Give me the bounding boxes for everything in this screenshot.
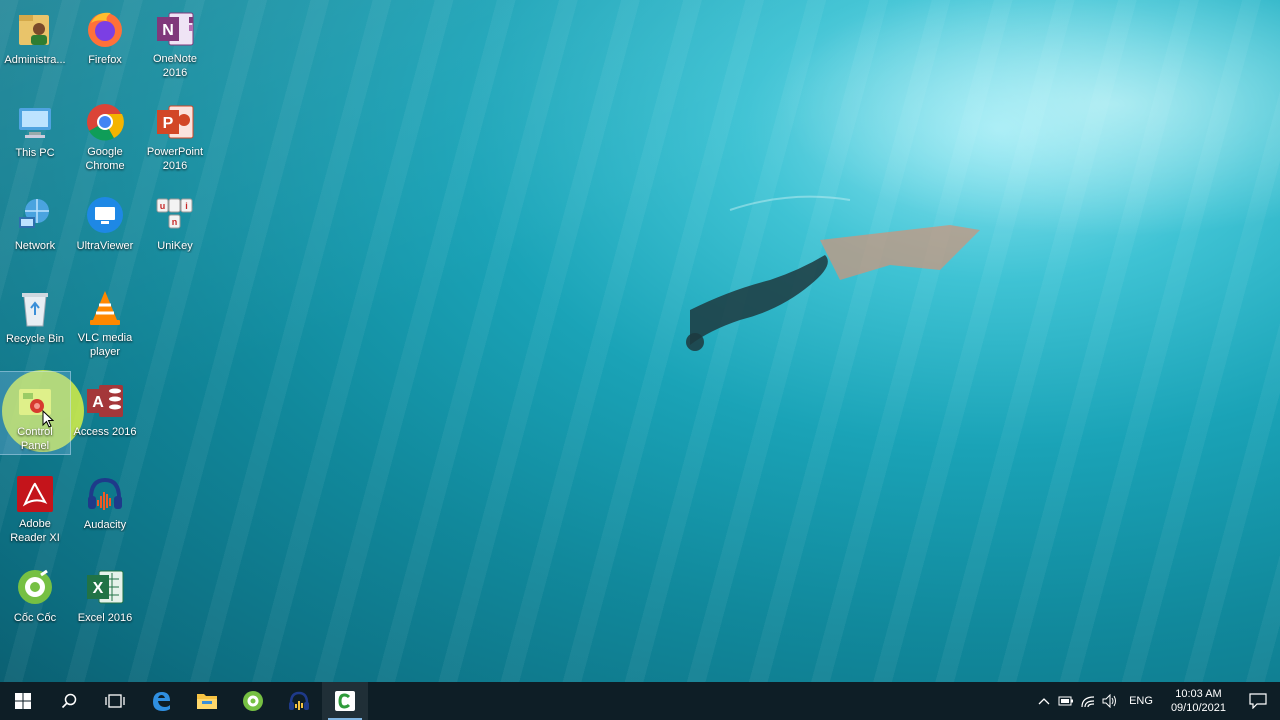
start-button[interactable]	[0, 682, 46, 720]
desktop-icon-vlc[interactable]: VLC media player	[70, 279, 140, 359]
icon-label: Cốc Cốc	[13, 612, 57, 624]
desktop-icon-control-panel[interactable]: Control Panel	[0, 371, 71, 455]
icon-label: UniKey	[157, 240, 193, 252]
desktop-icon-excel-2016[interactable]: X Excel 2016	[70, 558, 140, 638]
icon-label: Access 2016	[73, 426, 137, 438]
ultraviewer-icon	[84, 194, 126, 236]
icon-label: Recycle Bin	[5, 333, 65, 345]
icon-label: UltraViewer	[76, 240, 134, 252]
svg-text:X: X	[93, 580, 104, 597]
desktop-icon-this-pc[interactable]: This PC	[0, 93, 70, 173]
notification-icon	[1249, 693, 1267, 709]
volume-button[interactable]	[1099, 682, 1121, 720]
search-icon	[61, 693, 77, 709]
svg-text:n: n	[172, 217, 178, 227]
folder-icon	[197, 694, 217, 709]
coc-coc-icon	[14, 566, 56, 608]
wifi-button[interactable]	[1077, 682, 1099, 720]
taskbar-file-explorer[interactable]	[184, 682, 230, 720]
taskbar-coc-coc[interactable]	[230, 682, 276, 720]
desktop-icon-network[interactable]: Network	[0, 186, 70, 266]
icon-label: PowerPoint 2016	[146, 146, 204, 173]
icon-label: Firefox	[88, 54, 122, 66]
search-button[interactable]	[46, 682, 92, 720]
windows-logo-icon	[15, 693, 31, 709]
taskbar-camtasia[interactable]	[322, 682, 368, 720]
desktop-icon-access-2016[interactable]: A Access 2016	[70, 372, 140, 452]
chrome-icon	[84, 101, 126, 142]
clock-date: 09/10/2021	[1170, 702, 1226, 714]
action-center-button[interactable]	[1236, 682, 1280, 720]
desktop-icon-onenote-2016[interactable]: N OneNote 2016	[140, 0, 210, 80]
icon-label: Excel 2016	[77, 612, 133, 624]
desktop-icon-audacity[interactable]: Audacity	[70, 465, 140, 545]
icon-label: VLC media player	[77, 332, 133, 359]
svg-text:P: P	[163, 115, 174, 132]
input-language-indicator[interactable]: ENG	[1121, 695, 1161, 707]
icon-label: Audacity	[83, 519, 127, 531]
desktop-icon-administrator[interactable]: Administra...	[0, 0, 70, 80]
access-icon: A	[84, 380, 126, 422]
icon-label: Adobe Reader XI	[10, 518, 60, 545]
battery-button[interactable]	[1055, 682, 1077, 720]
taskbar-audacity[interactable]	[276, 682, 322, 720]
wifi-icon	[1081, 696, 1095, 708]
svg-text:u: u	[160, 201, 166, 211]
icon-label: Control Panel	[17, 426, 53, 452]
onenote-icon: N	[154, 8, 196, 49]
audacity-icon	[289, 691, 309, 710]
computer-icon	[14, 101, 56, 143]
desktop-icon-recycle-bin[interactable]: Recycle Bin	[0, 279, 70, 359]
user-folder-icon	[14, 8, 56, 50]
mouse-cursor-icon	[42, 410, 54, 428]
vlc-icon	[84, 287, 126, 328]
adobe-reader-icon	[14, 473, 56, 514]
network-icon	[14, 194, 56, 236]
icon-label: Google Chrome	[85, 146, 125, 173]
desktop-icon-unikey[interactable]: u in UniKey	[140, 186, 210, 266]
task-view-button[interactable]	[92, 682, 138, 720]
desktop-icon-powerpoint-2016[interactable]: P PowerPoint 2016	[140, 93, 210, 173]
taskbar-edge[interactable]	[138, 682, 184, 720]
speaker-icon	[1102, 694, 1117, 708]
taskbar: ENG 10:03 AM 09/10/2021	[0, 682, 1280, 720]
recycle-bin-icon	[14, 287, 56, 329]
desktop-icon-adobe-reader[interactable]: Adobe Reader XI	[0, 465, 70, 545]
wallpaper-diver	[686, 195, 980, 351]
svg-text:N: N	[162, 22, 174, 39]
battery-icon	[1058, 696, 1074, 706]
desktop-icon-ultraviewer[interactable]: UltraViewer	[70, 186, 140, 266]
svg-text:i: i	[185, 201, 188, 211]
icon-label: Administra...	[4, 54, 66, 66]
task-view-icon	[105, 694, 125, 708]
powerpoint-icon: P	[154, 101, 196, 142]
camtasia-icon	[335, 691, 355, 711]
edge-icon	[153, 692, 170, 711]
coc-coc-icon	[243, 691, 263, 711]
firefox-icon	[84, 8, 126, 50]
icon-label: OneNote 2016	[152, 53, 198, 80]
clock[interactable]: 10:03 AM 09/10/2021	[1161, 687, 1236, 715]
show-hidden-icons-button[interactable]	[1033, 682, 1055, 720]
svg-text:A: A	[92, 394, 104, 411]
chevron-up-icon	[1038, 698, 1050, 705]
desktop-icon-coc-coc[interactable]: Cốc Cốc	[0, 558, 70, 638]
icon-label: Network	[14, 240, 56, 252]
desktop-icon-firefox[interactable]: Firefox	[70, 0, 140, 80]
audacity-icon	[84, 473, 126, 515]
clock-time: 10:03 AM	[1175, 688, 1222, 700]
icon-label: This PC	[15, 147, 55, 159]
system-tray: ENG 10:03 AM 09/10/2021	[1033, 682, 1280, 720]
unikey-icon: u in	[154, 194, 196, 236]
desktop-icon-google-chrome[interactable]: Google Chrome	[70, 93, 140, 173]
excel-icon: X	[84, 566, 126, 608]
